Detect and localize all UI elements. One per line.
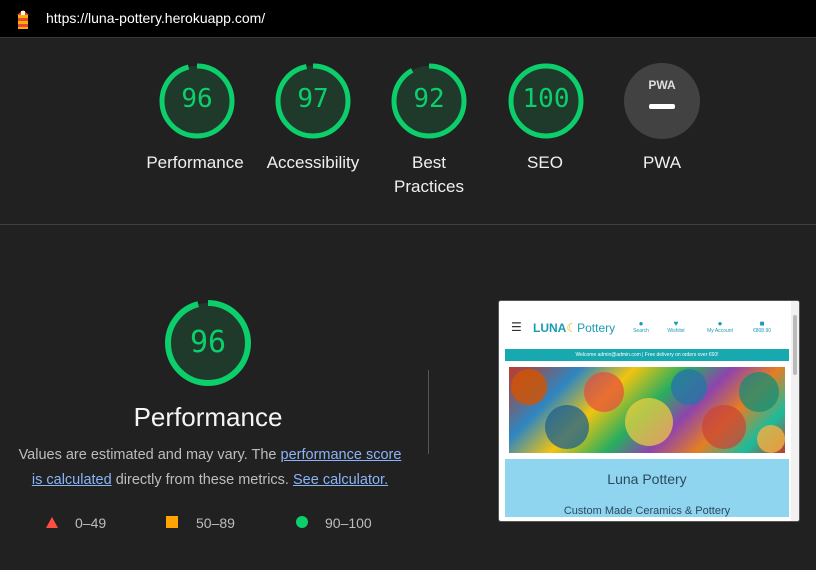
legend-range: 90–100	[325, 515, 372, 531]
performance-score-link[interactable]: performance score	[281, 447, 402, 463]
site-logo: LUNA☾Pottery	[533, 321, 616, 335]
square-icon	[166, 516, 178, 528]
score-label: SEO	[527, 153, 563, 172]
performance-score-link-cont[interactable]: is calculated	[32, 472, 112, 488]
triangle-icon	[46, 517, 58, 528]
legend-range: 50–89	[196, 515, 235, 531]
hamburger-menu-icon: ☰	[511, 320, 522, 334]
score-label: Accessibility	[266, 153, 360, 172]
heart-icon: ♥	[673, 319, 679, 328]
score-label: Performance	[146, 153, 244, 172]
score-value: 92	[413, 84, 445, 114]
pottery-plates	[511, 369, 785, 453]
nav-account: ● My Account	[703, 319, 737, 334]
performance-title: Performance	[133, 402, 283, 432]
hero-section: Luna Pottery Custom Made Ceramics & Pott…	[505, 459, 789, 517]
scrollbar-thumb	[793, 315, 797, 375]
site-header: ☰ LUNA☾Pottery ● Search ♥ Wishlist ● My …	[499, 301, 799, 349]
score-value: 100	[522, 84, 570, 114]
hero-title: Luna Pottery	[607, 471, 687, 487]
thumbnail-scrollbar	[791, 301, 799, 521]
score-value: 96	[181, 84, 213, 114]
score-value: 97	[297, 84, 329, 114]
score-label: PWA	[642, 153, 682, 172]
vertical-divider	[428, 370, 429, 454]
legend-range: 0–49	[75, 515, 107, 531]
nav-wishlist: ♥ Wishlist	[663, 319, 689, 334]
lighthouse-icon	[17, 10, 29, 29]
hero-pottery-image	[509, 367, 785, 453]
url-bar: https://luna-pottery.herokuapp.com/	[0, 0, 816, 38]
promo-banner: Welcome admin@admin.com | Free delivery …	[505, 349, 789, 361]
final-screenshot[interactable]: ☰ LUNA☾Pottery ● Search ♥ Wishlist ● My …	[498, 300, 800, 522]
nav-search: ● Search	[631, 319, 651, 334]
score-label: Best Practices	[394, 153, 464, 196]
pwa-badge-text: PWA	[648, 78, 676, 92]
score-value: 96	[189, 325, 227, 360]
nav-bag: ■ €808.90	[747, 319, 777, 334]
search-icon: ●	[638, 319, 644, 328]
performance-description: Values are estimated and may vary. The p…	[18, 447, 402, 488]
see-calculator-link[interactable]: See calculator.	[293, 472, 388, 488]
bag-icon: ■	[759, 319, 765, 328]
user-icon: ●	[717, 319, 723, 328]
circle-icon	[296, 516, 308, 528]
section-divider	[0, 224, 816, 225]
page-url[interactable]: https://luna-pottery.herokuapp.com/	[46, 10, 265, 26]
hero-subtitle: Custom Made Ceramics & Pottery	[563, 505, 731, 517]
